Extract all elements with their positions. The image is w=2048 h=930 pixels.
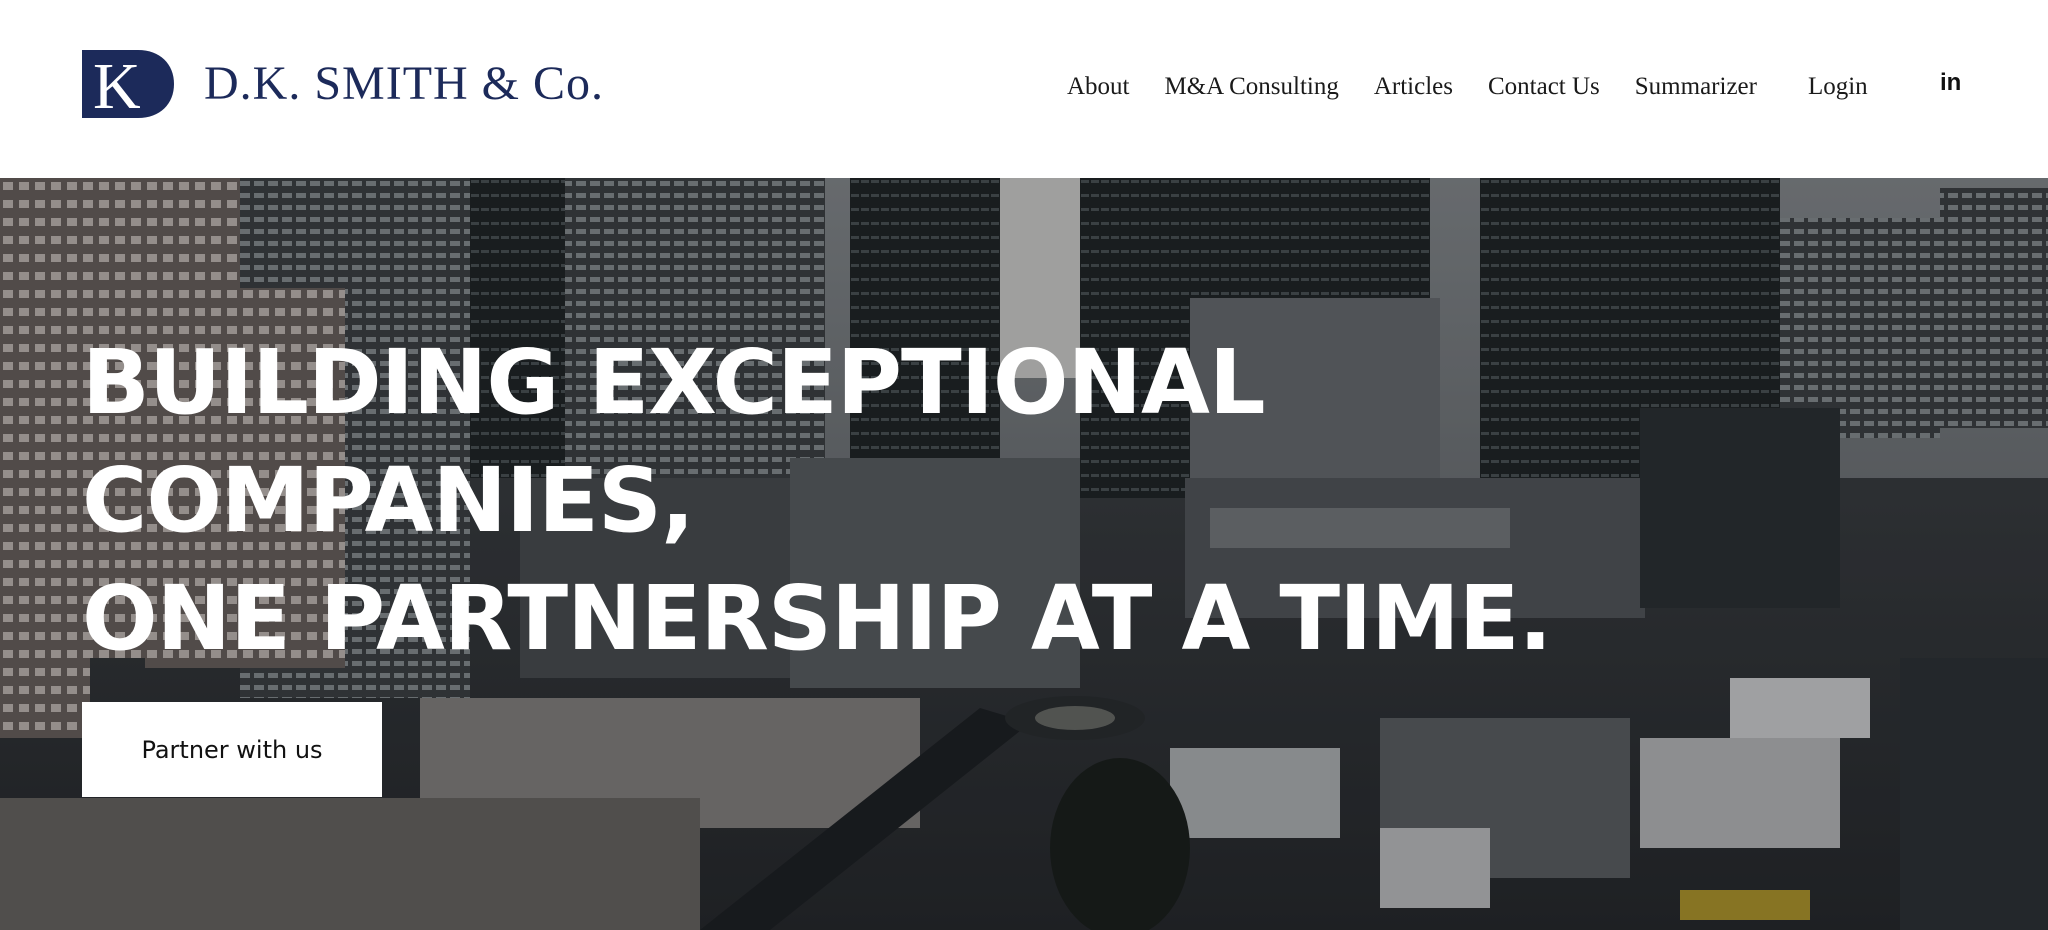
main-nav: About M&A Consulting Articles Contact Us… [1067,66,1868,106]
hero-section: BUILDING EXCEPTIONAL COMPANIES, ONE PART… [0,178,2048,930]
nav-contact-us[interactable]: Contact Us [1488,74,1600,99]
nav-ma-consulting[interactable]: M&A Consulting [1165,74,1339,99]
headline-line-3: ONE PARTNERSHIP AT A TIME. [82,566,1552,670]
logo-mark-icon: K [82,50,174,118]
partner-with-us-button[interactable]: Partner with us [82,702,382,797]
brand-name: D.K. SMITH & Co. [204,57,605,110]
login-link[interactable]: Login [1808,74,1868,99]
brand-logo[interactable]: K D.K. SMITH & Co. [82,50,604,118]
site-header: K D.K. SMITH & Co. About M&A Consulting … [0,0,2048,178]
logo-letter: K [93,50,141,118]
hero-headline: BUILDING EXCEPTIONAL COMPANIES, ONE PART… [82,323,1582,677]
headline-line-1: BUILDING EXCEPTIONAL [82,330,1266,434]
nav-about[interactable]: About [1067,74,1130,99]
headline-line-2: COMPANIES, [82,448,695,552]
nav-summarizer[interactable]: Summarizer [1635,74,1757,99]
nav-articles[interactable]: Articles [1374,74,1453,99]
linkedin-icon[interactable]: in [1940,71,1961,95]
